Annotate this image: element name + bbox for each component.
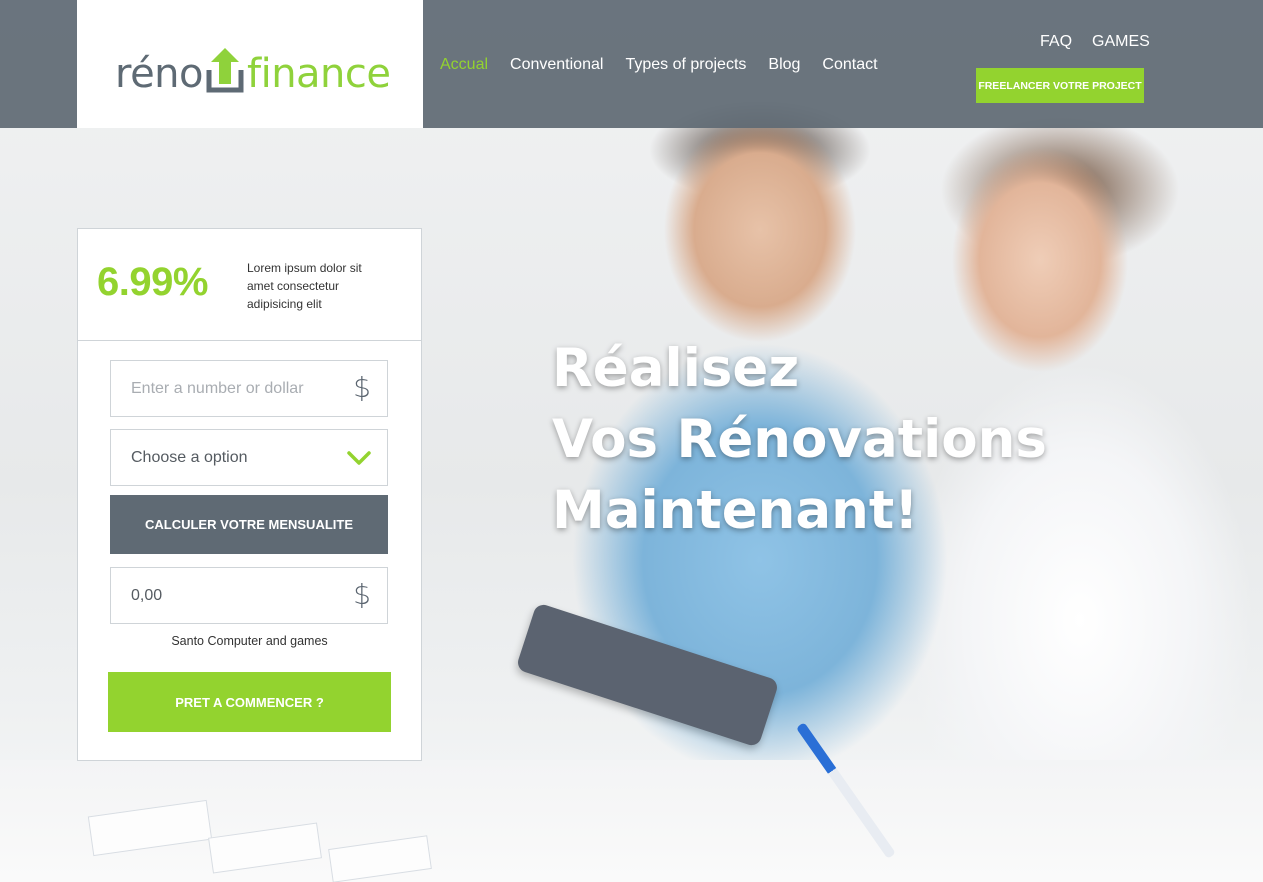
result-value: 0,00: [131, 586, 163, 604]
card-note: Santo Computer and games: [171, 634, 328, 648]
nav-item-contact[interactable]: Contact: [822, 56, 877, 74]
nav-item-accual[interactable]: Accual: [440, 56, 488, 74]
logo-text-finance: finance: [247, 51, 391, 97]
house-arrow-icon: [206, 48, 244, 93]
ready-to-start-button[interactable]: PRET A COMMENCER ?: [108, 672, 391, 732]
hero-headline-line-1: Réalisez: [552, 338, 800, 399]
hero-headline: Réalisez Vos Rénovations Maintenant!: [552, 333, 1047, 546]
nav-item-blog[interactable]: Blog: [768, 56, 800, 74]
faq-link[interactable]: FAQ: [1040, 33, 1072, 51]
result-field[interactable]: 0,00 $: [110, 567, 388, 624]
dollar-icon: $: [353, 371, 371, 404]
logo[interactable]: réno finance: [115, 38, 391, 94]
logo-container: réno finance: [77, 0, 423, 128]
option-select[interactable]: Choose a option: [110, 429, 388, 486]
rate-panel: 6.99% Lorem ipsum dolor sit amet consect…: [78, 229, 421, 341]
freelancer-project-button[interactable]: FREELANCER VOTRE PROJECT: [976, 68, 1144, 103]
dollar-icon: $: [353, 578, 371, 611]
select-value: Choose a option: [131, 448, 248, 466]
amount-input[interactable]: [131, 379, 346, 398]
chevron-down-icon: [347, 451, 371, 465]
logo-text-reno: réno: [115, 51, 204, 97]
top-links: FAQ GAMES: [1040, 33, 1150, 51]
loan-calculator-card: 6.99% Lorem ipsum dolor sit amet consect…: [77, 228, 422, 761]
main-nav: Accual Conventional Types of projects Bl…: [440, 56, 878, 74]
games-link[interactable]: GAMES: [1092, 33, 1150, 51]
nav-item-conventional[interactable]: Conventional: [510, 56, 603, 74]
hero-headline-line-2: Vos Rénovations: [552, 409, 1047, 470]
nav-item-types-of-projects[interactable]: Types of projects: [625, 56, 746, 74]
hero-headline-line-3: Maintenant!: [552, 480, 919, 541]
amount-field[interactable]: $: [110, 360, 388, 417]
interest-rate: 6.99%: [97, 260, 208, 304]
calculate-payment-button[interactable]: CALCULER VOTRE MENSUALITE: [110, 495, 388, 554]
site-header: réno finance Accual Conventional Types o…: [0, 0, 1263, 128]
rate-description: Lorem ipsum dolor sit amet consectetur a…: [247, 261, 362, 311]
